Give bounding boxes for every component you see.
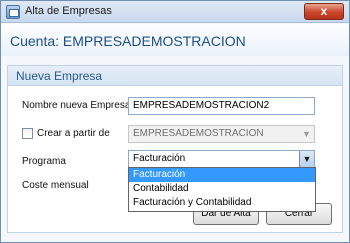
company-name-value: EMPRESADEMOSTRACION2 [133, 100, 270, 111]
account-label: Cuenta: EMPRESADEMOSTRACION [10, 33, 246, 49]
window-title: Alta de Empresas [25, 5, 112, 17]
program-dropdown-list: Facturación Contabilidad Facturación y C… [128, 167, 316, 212]
dialog-window: Alta de Empresas x Cuenta: EMPRESADEMOST… [0, 0, 350, 243]
create-from-checkbox[interactable] [22, 128, 33, 139]
dropdown-option[interactable]: Contabilidad [129, 182, 315, 196]
title-bar[interactable]: Alta de Empresas x [1, 1, 349, 23]
close-icon: x [320, 4, 328, 18]
chevron-down-icon: ▼ [302, 129, 311, 139]
account-header: Cuenta: EMPRESADEMOSTRACION [1, 24, 349, 56]
company-name-input[interactable]: EMPRESADEMOSTRACION2 [128, 97, 315, 115]
program-value: Facturación [133, 153, 186, 164]
form-window-icon [6, 5, 20, 19]
program-label: Programa [22, 156, 66, 167]
create-from-label: Crear a partir de [37, 128, 110, 139]
close-button[interactable]: x [304, 3, 344, 20]
company-name-label: Nombre nueva Empresa [22, 100, 131, 111]
create-from-select[interactable]: EMPRESADEMOSTRACION ▼ [128, 125, 315, 143]
program-select[interactable]: Facturación ▼ [128, 150, 315, 168]
monthly-cost-label: Coste mensual [22, 180, 89, 191]
chevron-down-icon[interactable]: ▼ [299, 151, 314, 167]
section-title: Nueva Empresa [16, 69, 103, 83]
section-header: Nueva Empresa [8, 66, 342, 86]
dropdown-option[interactable]: Facturación [129, 168, 315, 182]
dropdown-option[interactable]: Facturación y Contabilidad [129, 196, 315, 210]
create-from-value: EMPRESADEMOSTRACION [133, 128, 264, 139]
